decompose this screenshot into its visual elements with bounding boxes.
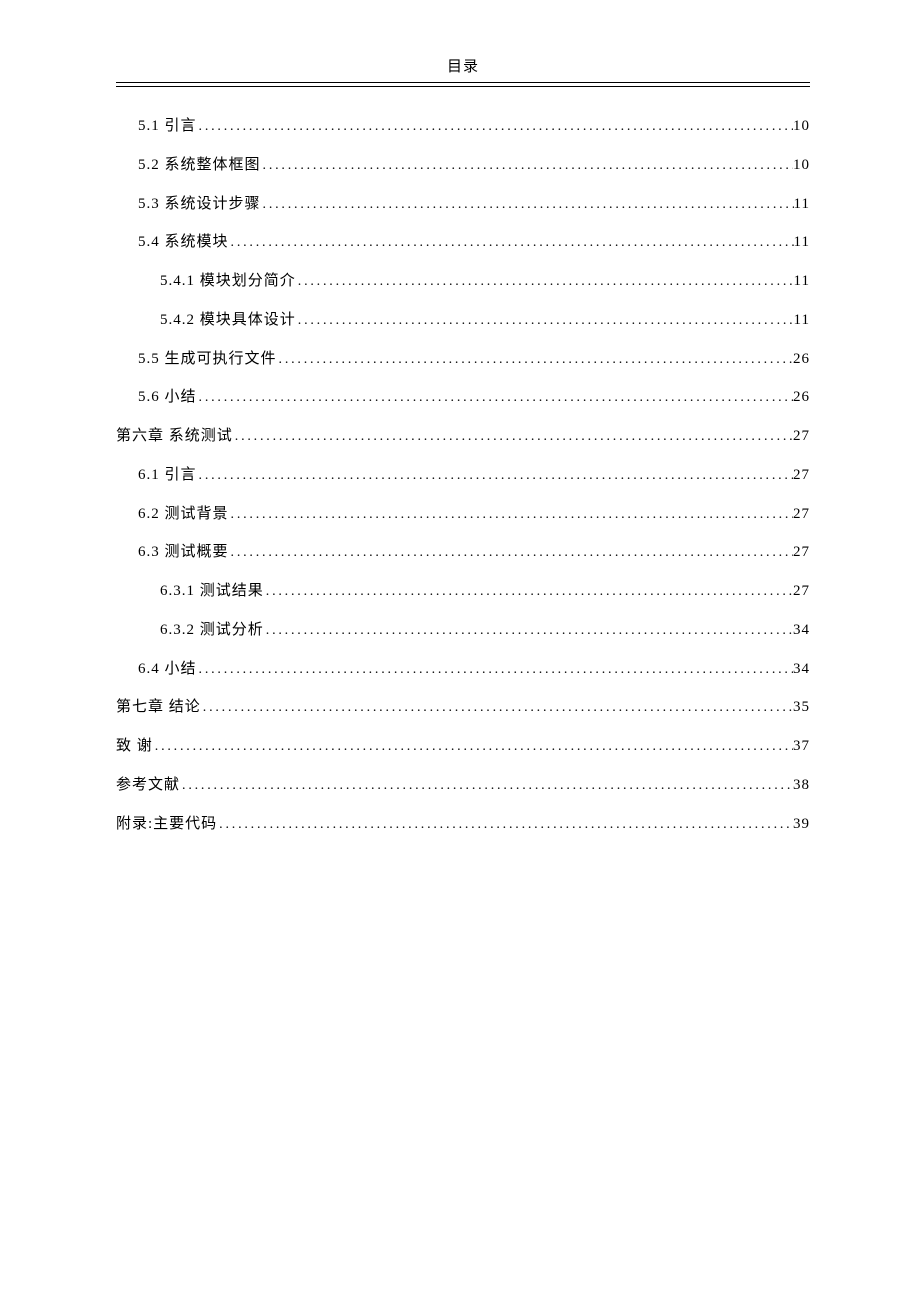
toc-leader-dots — [180, 775, 793, 797]
toc-leader-dots — [197, 465, 793, 487]
toc-leader-dots — [277, 349, 793, 371]
toc-entry-label: 6.3.1 测试结果 — [160, 580, 264, 603]
toc-leader-dots — [201, 697, 793, 719]
document-page: 目录 5.1 引言105.2 系统整体框图105.3 系统设计步骤115.4 系… — [0, 0, 920, 836]
toc-entry: 6.3.1 测试结果 27 — [116, 580, 810, 603]
toc-entry: 5.1 引言 10 — [116, 115, 810, 138]
toc-entry-page: 37 — [793, 735, 810, 758]
toc-entry-page: 11 — [794, 193, 810, 216]
toc-leader-dots — [153, 736, 793, 758]
toc-leader-dots — [264, 581, 793, 603]
toc-entry: 6.3 测试概要 27 — [116, 541, 810, 564]
toc-entry-page: 27 — [793, 464, 810, 487]
toc-leader-dots — [229, 232, 794, 254]
toc-leader-dots — [296, 310, 794, 332]
toc-entry: 致 谢 37 — [116, 735, 810, 758]
toc-entry-page: 26 — [793, 348, 810, 371]
toc-leader-dots — [217, 814, 793, 836]
toc-entry-label: 第七章 结论 — [116, 696, 201, 719]
toc-entry-page: 34 — [793, 658, 810, 681]
toc-entry-page: 39 — [793, 813, 810, 836]
toc-entry: 5.4.2 模块具体设计 11 — [116, 309, 810, 332]
toc-entry: 6.2 测试背景 27 — [116, 503, 810, 526]
toc-entry-page: 11 — [794, 270, 810, 293]
toc-leader-dots — [197, 659, 793, 681]
toc-leader-dots — [197, 116, 793, 138]
toc-entry-page: 35 — [793, 696, 810, 719]
toc-entry: 6.1 引言 27 — [116, 464, 810, 487]
toc-entry: 5.3 系统设计步骤 11 — [116, 193, 810, 216]
toc-leader-dots — [229, 542, 793, 564]
toc-leader-dots — [197, 387, 793, 409]
toc-entry: 6.3.2 测试分析 34 — [116, 619, 810, 642]
toc-leader-dots — [264, 620, 793, 642]
toc-entry: 6.4 小结 34 — [116, 658, 810, 681]
page-header: 目录 — [116, 55, 810, 83]
toc-entry-label: 5.2 系统整体框图 — [138, 154, 261, 177]
toc-leader-dots — [229, 504, 793, 526]
toc-entry-label: 参考文献 — [116, 774, 180, 797]
toc-entry: 附录:主要代码 39 — [116, 813, 810, 836]
table-of-contents: 5.1 引言105.2 系统整体框图105.3 系统设计步骤115.4 系统模块… — [116, 115, 810, 836]
toc-leader-dots — [261, 155, 793, 177]
toc-entry: 5.4.1 模块划分简介 11 — [116, 270, 810, 293]
toc-entry: 第七章 结论 35 — [116, 696, 810, 719]
toc-entry-page: 27 — [793, 425, 810, 448]
toc-entry-label: 5.6 小结 — [138, 386, 197, 409]
toc-entry-label: 5.4 系统模块 — [138, 231, 229, 254]
toc-entry-page: 11 — [794, 231, 810, 254]
toc-entry-page: 11 — [794, 309, 810, 332]
toc-entry-page: 10 — [793, 115, 810, 138]
toc-leader-dots — [261, 194, 794, 216]
toc-entry-label: 6.3.2 测试分析 — [160, 619, 264, 642]
toc-entry-label: 6.1 引言 — [138, 464, 197, 487]
toc-entry-label: 附录:主要代码 — [116, 813, 217, 836]
toc-entry-label: 5.5 生成可执行文件 — [138, 348, 277, 371]
toc-entry: 5.5 生成可执行文件 26 — [116, 348, 810, 371]
toc-entry: 第六章 系统测试 27 — [116, 425, 810, 448]
toc-entry-page: 10 — [793, 154, 810, 177]
toc-entry: 5.4 系统模块 11 — [116, 231, 810, 254]
toc-entry-label: 5.4.1 模块划分简介 — [160, 270, 296, 293]
toc-entry-page: 27 — [793, 580, 810, 603]
toc-leader-dots — [296, 271, 794, 293]
toc-entry-page: 26 — [793, 386, 810, 409]
toc-entry-page: 27 — [793, 503, 810, 526]
toc-entry-page: 38 — [793, 774, 810, 797]
toc-entry-label: 6.2 测试背景 — [138, 503, 229, 526]
toc-entry: 5.2 系统整体框图 10 — [116, 154, 810, 177]
toc-entry-label: 6.3 测试概要 — [138, 541, 229, 564]
toc-entry-page: 34 — [793, 619, 810, 642]
toc-entry-label: 第六章 系统测试 — [116, 425, 233, 448]
toc-entry-page: 27 — [793, 541, 810, 564]
toc-entry-label: 5.1 引言 — [138, 115, 197, 138]
toc-entry-label: 5.4.2 模块具体设计 — [160, 309, 296, 332]
toc-entry: 5.6 小结 26 — [116, 386, 810, 409]
toc-entry-label: 致 谢 — [116, 735, 153, 758]
header-title: 目录 — [447, 59, 479, 75]
toc-leader-dots — [233, 426, 793, 448]
toc-entry: 参考文献 38 — [116, 774, 810, 797]
header-rule — [116, 86, 810, 87]
toc-entry-label: 6.4 小结 — [138, 658, 197, 681]
toc-entry-label: 5.3 系统设计步骤 — [138, 193, 261, 216]
